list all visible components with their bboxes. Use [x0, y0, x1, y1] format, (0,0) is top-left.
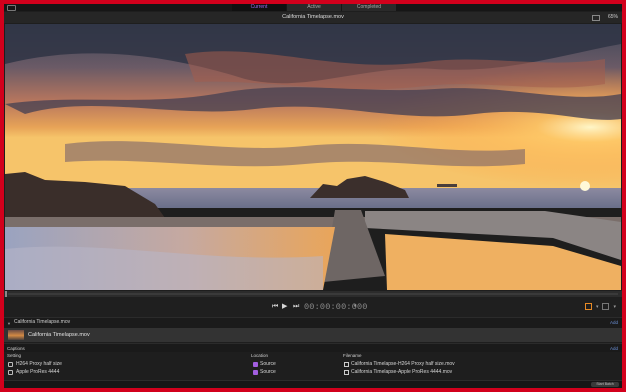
top-tab-bar: Current Active Completed — [4, 4, 622, 11]
filename-column-header[interactable]: Filename — [343, 352, 362, 360]
video-viewer[interactable] — [5, 24, 621, 290]
timecode-display[interactable]: 00:00:00:000 — [304, 302, 368, 312]
playback-controls: ⏮ ▶ ⏭ 00:00:00:000 ▾ ▾ ▾ — [4, 297, 622, 317]
folder-icon — [253, 361, 258, 367]
setting-icon — [8, 361, 13, 367]
disclosure-triangle-icon[interactable]: ▼ — [7, 321, 11, 326]
setting-cell: Apple ProRes 4444 — [16, 369, 60, 375]
overlay-chevron-icon[interactable]: ▾ — [613, 303, 616, 311]
skip-back-icon[interactable]: ⏮ — [272, 303, 278, 311]
outputs-table-header: Setting Location Filename — [4, 352, 622, 360]
location-cell[interactable]: Source — [260, 360, 276, 368]
tab-completed[interactable]: Completed — [342, 4, 396, 11]
bottom-bar: Start Batch — [4, 380, 622, 388]
batch-name: California Timelapse.mov — [14, 319, 71, 325]
play-icon[interactable]: ▶ — [282, 303, 287, 311]
viewer-title-bar: California Timelapse.mov 65% — [4, 12, 622, 23]
table-row[interactable]: H264 Proxy half size Source California T… — [4, 360, 622, 368]
setting-column-header[interactable]: Setting — [7, 352, 21, 360]
viewer-tools: ▾ ▾ — [584, 303, 616, 311]
queue-tabs: Current Active Completed — [232, 4, 397, 11]
setting-cell: H264 Proxy half size — [16, 361, 62, 367]
timecode-menu-chevron-icon[interactable]: ▾ — [354, 303, 357, 309]
app-window: Current Active Completed California Time… — [4, 4, 622, 388]
viewer-title: California Timelapse.mov — [282, 14, 344, 20]
skip-forward-icon[interactable]: ⏭ — [293, 303, 299, 311]
window-toggle-icon[interactable] — [7, 5, 16, 11]
overlay-tool-icon[interactable] — [602, 303, 610, 310]
location-column-header[interactable]: Location — [251, 352, 268, 360]
setting-icon — [8, 369, 13, 375]
filename-cell[interactable]: California Timelapse-Apple ProRes 4444.m… — [351, 368, 452, 376]
table-row[interactable]: Apple ProRes 4444 Source California Time… — [4, 368, 622, 376]
start-batch-button[interactable]: Start Batch — [591, 382, 619, 387]
view-options-icon[interactable] — [592, 15, 600, 21]
job-row[interactable]: California Timelapse.mov — [4, 328, 622, 342]
batch-header[interactable]: ▼ California Timelapse.mov Add — [4, 317, 622, 328]
batch-add-button[interactable]: Add — [610, 318, 618, 327]
tab-active[interactable]: Active — [287, 4, 341, 11]
crop-tool-icon[interactable] — [584, 303, 592, 310]
location-cell[interactable]: Source — [260, 368, 276, 376]
file-icon — [344, 361, 349, 367]
tab-current[interactable]: Current — [232, 4, 286, 11]
crop-chevron-icon[interactable]: ▾ — [596, 303, 599, 311]
job-thumbnail — [8, 330, 24, 340]
filename-cell[interactable]: California Timelapse-H264 Proxy half siz… — [351, 360, 455, 368]
file-icon — [344, 369, 349, 375]
folder-icon — [253, 369, 258, 375]
job-name: California Timelapse.mov — [28, 332, 90, 338]
scrubber-track[interactable] — [8, 293, 618, 295]
video-frame-image — [5, 24, 621, 290]
zoom-level[interactable]: 65% — [608, 12, 618, 23]
